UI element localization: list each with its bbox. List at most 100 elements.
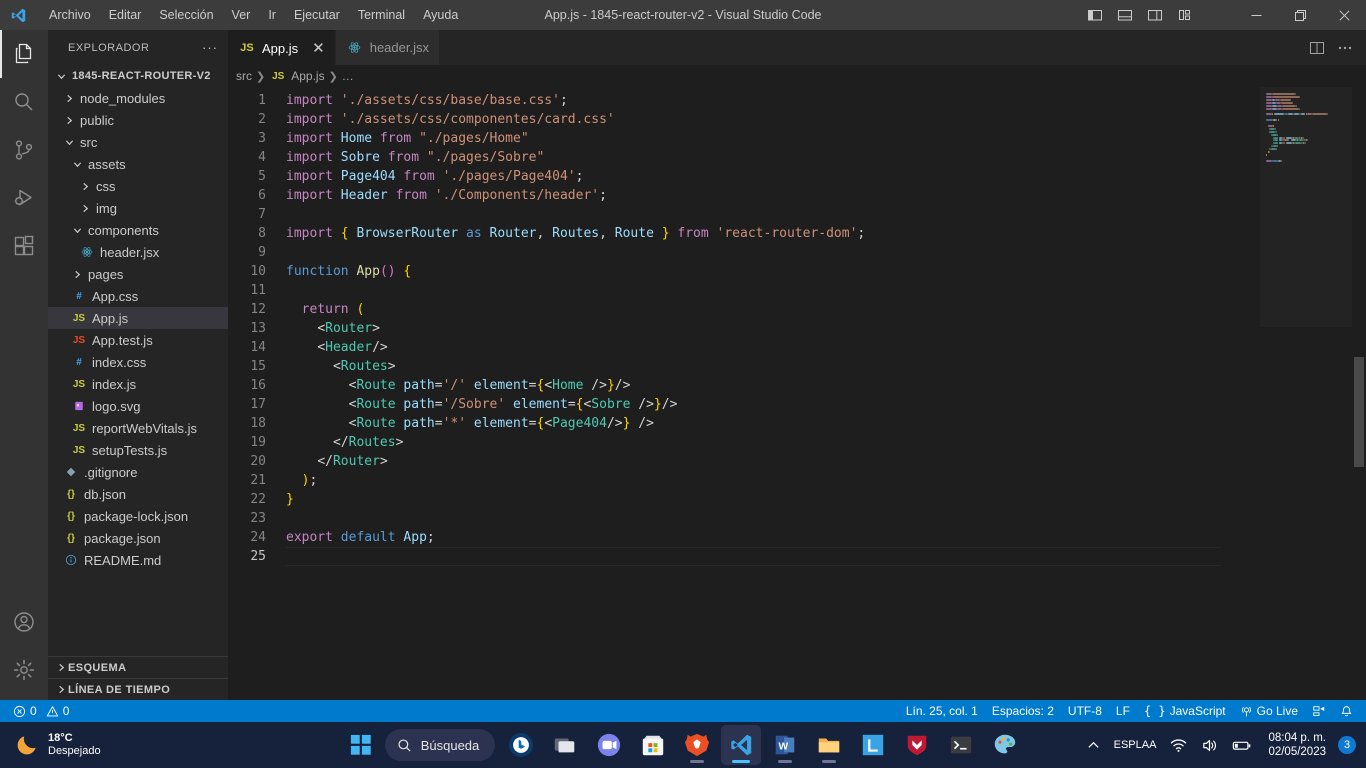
menu-ejecutar[interactable]: Ejecutar bbox=[285, 5, 349, 26]
taskbar-app-task-view[interactable] bbox=[545, 725, 585, 765]
taskbar-app-lightshot[interactable] bbox=[853, 725, 893, 765]
menu-editar[interactable]: Editar bbox=[100, 5, 151, 26]
window-maximize-button[interactable] bbox=[1278, 0, 1322, 30]
code-editor[interactable]: 1 import './assets/css/base/base.css'; 2 im… bbox=[228, 87, 1366, 700]
menu-ver[interactable]: Ver bbox=[223, 5, 260, 26]
code-line-5[interactable]: 5 import Page404 from './pages/Page404'; bbox=[228, 167, 1366, 186]
panel-linea-de-tiempo[interactable]: LÍNEA DE TIEMPO bbox=[48, 678, 228, 700]
code-line-20[interactable]: 20 </Router> bbox=[228, 452, 1366, 471]
code-content[interactable]: 1 import './assets/css/base/base.css'; 2 im… bbox=[228, 87, 1366, 700]
tree-item-css[interactable]: css bbox=[48, 175, 228, 197]
tree-item-app-css[interactable]: # App.css bbox=[48, 285, 228, 307]
breadcrumb-item-src[interactable]: src bbox=[236, 69, 252, 83]
tree-item-header-jsx[interactable]: header.jsx bbox=[48, 241, 228, 263]
tree-item-assets[interactable]: assets bbox=[48, 153, 228, 175]
activitybar-item-manage[interactable] bbox=[0, 646, 48, 694]
toggle-panel-icon[interactable] bbox=[1110, 0, 1140, 30]
status-go-live[interactable]: Go Live bbox=[1233, 700, 1305, 722]
code-line-12[interactable]: 12 return ( bbox=[228, 300, 1366, 319]
sidebar-more-actions-icon[interactable]: ··· bbox=[202, 40, 218, 55]
menu-terminal[interactable]: Terminal bbox=[349, 5, 414, 26]
taskbar-search-box[interactable]: Búsqueda bbox=[384, 729, 496, 761]
tree-item-components[interactable]: components bbox=[48, 219, 228, 241]
tree-item-gitignore[interactable]: .gitignore bbox=[48, 461, 228, 483]
code-line-4[interactable]: 4 import Sobre from "./pages/Sobre" bbox=[228, 148, 1366, 167]
taskbar-app-brave[interactable] bbox=[677, 725, 717, 765]
code-line-8[interactable]: 8 import { BrowserRouter as Router, Route… bbox=[228, 224, 1366, 243]
tree-item-root[interactable]: 1845-REACT-ROUTER-V2 bbox=[48, 65, 228, 87]
tree-item-app-test-js[interactable]: JS App.test.js bbox=[48, 329, 228, 351]
code-line-6[interactable]: 6 import Header from './Components/header… bbox=[228, 186, 1366, 205]
code-line-3[interactable]: 3 import Home from "./pages/Home" bbox=[228, 129, 1366, 148]
code-line-15[interactable]: 15 <Routes> bbox=[228, 357, 1366, 376]
tray-language-indicator[interactable]: ESP LAA bbox=[1108, 735, 1163, 756]
window-close-button[interactable] bbox=[1322, 0, 1366, 30]
tree-item-db-json[interactable]: {} db.json bbox=[48, 483, 228, 505]
code-line-2[interactable]: 2 import './assets/css/componentes/card.c… bbox=[228, 110, 1366, 129]
code-line-23[interactable]: 23 bbox=[228, 509, 1366, 528]
tree-item-img[interactable]: img bbox=[48, 197, 228, 219]
activitybar-item-explorer[interactable] bbox=[0, 30, 48, 78]
tree-item-src[interactable]: src bbox=[48, 131, 228, 153]
taskbar-app-mcafee[interactable] bbox=[897, 725, 937, 765]
code-line-21[interactable]: 21 ); bbox=[228, 471, 1366, 490]
menu-seleccion[interactable]: Selección bbox=[150, 5, 222, 26]
activitybar-item-run-debug[interactable] bbox=[0, 174, 48, 222]
taskbar-app-paint[interactable] bbox=[985, 725, 1025, 765]
breadcrumb-item-app-js[interactable]: App.js bbox=[291, 69, 324, 83]
code-line-22[interactable]: 22} bbox=[228, 490, 1366, 509]
tray-clock[interactable]: 08:04 p. m. 02/05/2023 bbox=[1260, 731, 1334, 759]
menu-archivo[interactable]: Archivo bbox=[40, 5, 100, 26]
tree-item-app-js[interactable]: JS App.js bbox=[48, 307, 228, 329]
taskbar-app-microsoft-store[interactable] bbox=[633, 725, 673, 765]
tab-app-js[interactable]: JS App.js ✕ bbox=[228, 30, 336, 65]
tab-close-icon[interactable]: ✕ bbox=[312, 41, 325, 56]
split-editor-right-icon[interactable] bbox=[1304, 30, 1330, 65]
code-line-24[interactable]: 24 export default App; bbox=[228, 528, 1366, 547]
minimap-slider[interactable] bbox=[1260, 87, 1352, 327]
breadcrumb-item-more[interactable]: … bbox=[342, 69, 354, 83]
code-line-1[interactable]: 1 import './assets/css/base/base.css'; bbox=[228, 91, 1366, 110]
activitybar-item-extensions[interactable] bbox=[0, 222, 48, 270]
customize-layout-icon[interactable] bbox=[1170, 0, 1200, 30]
tree-item-package-lock-json[interactable]: {} package-lock.json bbox=[48, 505, 228, 527]
tray-network[interactable] bbox=[1164, 733, 1193, 758]
panel-esquema[interactable]: ESQUEMA bbox=[48, 656, 228, 678]
status-remote[interactable] bbox=[1305, 700, 1333, 722]
tree-item-index-js[interactable]: JS index.js bbox=[48, 373, 228, 395]
editor-more-actions-icon[interactable] bbox=[1332, 30, 1358, 65]
taskbar-app-word[interactable]: W bbox=[765, 725, 805, 765]
status-notifications[interactable] bbox=[1333, 700, 1360, 722]
code-line-13[interactable]: 13 <Router> bbox=[228, 319, 1366, 338]
code-line-18[interactable]: 18 <Route path='*' element={<Page404/>} … bbox=[228, 414, 1366, 433]
code-line-9[interactable]: 9 bbox=[228, 243, 1366, 262]
activitybar-item-search[interactable] bbox=[0, 78, 48, 126]
code-line-17[interactable]: 17 <Route path='/Sobre' element={<Sobre … bbox=[228, 395, 1366, 414]
tray-battery[interactable] bbox=[1226, 733, 1258, 758]
minimap[interactable] bbox=[1260, 87, 1352, 700]
tab-header-jsx[interactable]: header.jsx bbox=[335, 30, 440, 65]
code-line-25[interactable]: 25 bbox=[228, 547, 1366, 566]
tree-item-package-json[interactable]: {} package.json bbox=[48, 527, 228, 549]
taskbar-app-terminal[interactable] bbox=[941, 725, 981, 765]
tree-item-public[interactable]: public bbox=[48, 109, 228, 131]
notification-badge[interactable]: 3 bbox=[1338, 736, 1356, 754]
code-line-19[interactable]: 19 </Routes> bbox=[228, 433, 1366, 452]
taskbar-app-bing-chat[interactable] bbox=[501, 725, 541, 765]
start-button[interactable] bbox=[341, 725, 381, 765]
status-problems[interactable]: 0 0 bbox=[6, 700, 76, 722]
window-minimize-button[interactable] bbox=[1234, 0, 1278, 30]
tree-item-node-modules[interactable]: node_modules bbox=[48, 87, 228, 109]
tree-item-pages[interactable]: pages bbox=[48, 263, 228, 285]
taskbar-app-file-explorer[interactable] bbox=[809, 725, 849, 765]
status-encoding[interactable]: UTF-8 bbox=[1061, 700, 1109, 722]
status-eol[interactable]: LF bbox=[1109, 700, 1137, 722]
activitybar-item-accounts[interactable] bbox=[0, 598, 48, 646]
tray-volume[interactable] bbox=[1195, 733, 1224, 758]
code-line-16[interactable]: 16 <Route path='/' element={<Home />}/> bbox=[228, 376, 1366, 395]
editor-scrollbar[interactable] bbox=[1352, 87, 1366, 700]
menu-ayuda[interactable]: Ayuda bbox=[414, 5, 467, 26]
toggle-primary-sidebar-icon[interactable] bbox=[1080, 0, 1110, 30]
code-line-14[interactable]: 14 <Header/> bbox=[228, 338, 1366, 357]
taskbar-app-teams[interactable] bbox=[589, 725, 629, 765]
